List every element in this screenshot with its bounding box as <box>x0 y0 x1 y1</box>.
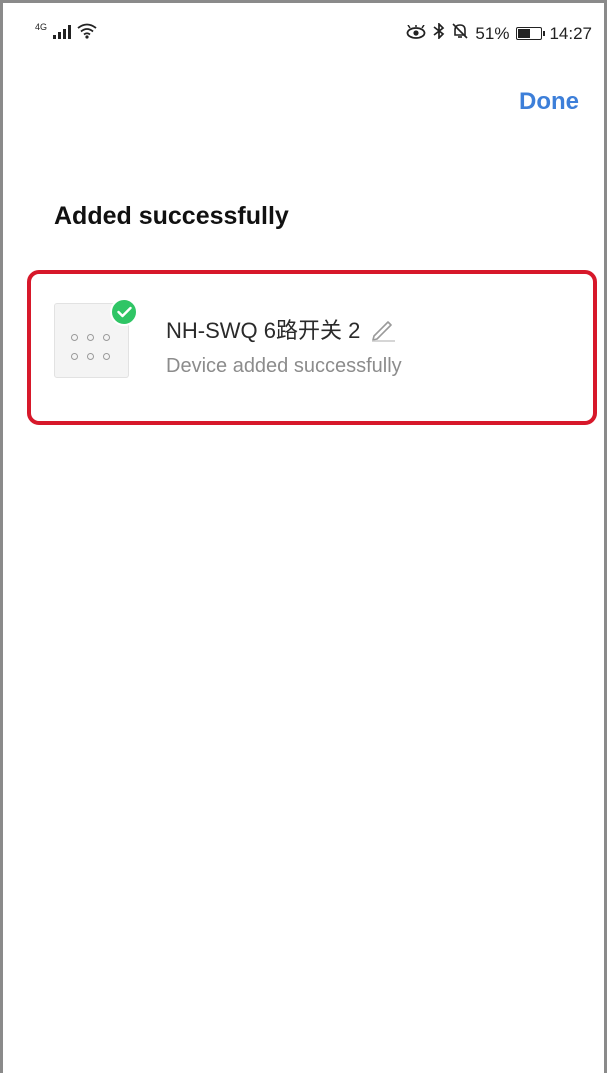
edit-pencil-icon[interactable] <box>370 316 396 342</box>
switch-dot <box>71 353 78 360</box>
device-status-text: Device added successfully <box>166 355 402 377</box>
success-check-icon <box>110 298 138 326</box>
bell-off-icon <box>452 23 468 44</box>
wifi-icon <box>77 23 97 44</box>
device-card[interactable]: NH-SWQ 6路开关 2 Device added successfully <box>41 293 581 393</box>
switch-dot <box>87 334 94 341</box>
switch-dot <box>103 334 110 341</box>
switch-dot <box>71 334 78 341</box>
clock: 14:27 <box>549 24 592 43</box>
page-title: Added successfully <box>54 202 289 230</box>
status-right-group: 51% 14:27 <box>406 21 592 44</box>
phone-screen: 4G 51% 14:27 Done Added successfully NH-… <box>0 0 607 1073</box>
network-type-label: 4G <box>35 21 48 32</box>
status-left-group: 4G <box>35 21 97 44</box>
status-bar: 4G 51% 14:27 <box>3 3 607 65</box>
battery-icon <box>516 27 546 40</box>
signal-icon <box>53 24 72 44</box>
device-name: NH-SWQ 6路开关 2 <box>166 318 361 343</box>
switch-dot <box>87 353 94 360</box>
battery-percent: 51% <box>475 24 510 43</box>
bluetooth-icon <box>433 21 445 44</box>
device-name-row: NH-SWQ 6路开关 2 <box>166 313 396 345</box>
done-button[interactable]: Done <box>519 88 579 116</box>
eye-icon <box>406 23 426 44</box>
switch-dot <box>103 353 110 360</box>
switch-buttons-graphic <box>71 334 112 360</box>
